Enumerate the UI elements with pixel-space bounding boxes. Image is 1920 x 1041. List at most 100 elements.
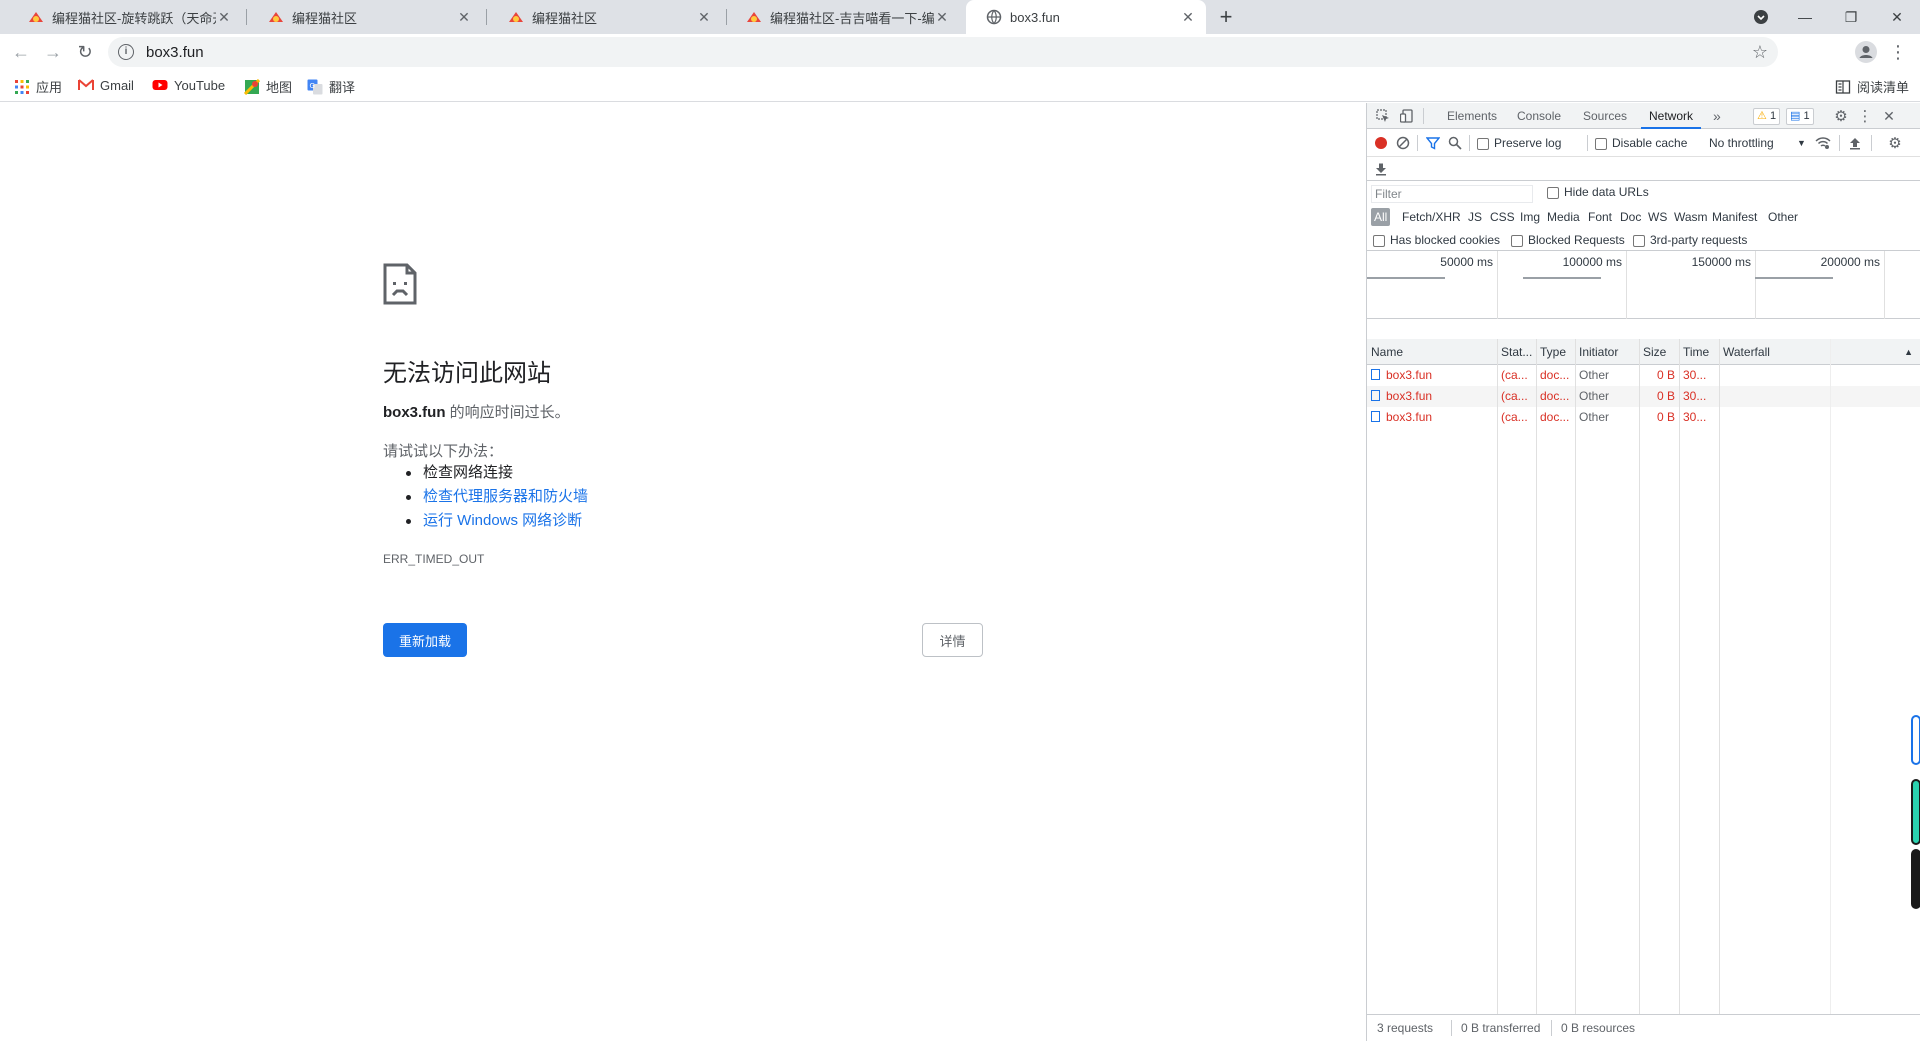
column-header-name[interactable]: Name: [1367, 339, 1497, 365]
browser-tab[interactable]: 编程猫社区-吉吉喵看一下-编程 ✕: [726, 0, 960, 34]
third-party-checkbox[interactable]: 3rd-party requests: [1633, 233, 1747, 247]
column-header-status[interactable]: Stat...: [1497, 339, 1536, 365]
tab-elements[interactable]: Elements: [1447, 103, 1497, 129]
hide-data-urls-checkbox[interactable]: Hide data URLs: [1547, 185, 1649, 199]
record-button[interactable]: [1373, 135, 1389, 151]
type-fetch-xhr[interactable]: Fetch/XHR: [1399, 208, 1464, 226]
column-header-type[interactable]: Type: [1536, 339, 1575, 365]
restore-button[interactable]: ❐: [1828, 0, 1874, 34]
preserve-log-label: Preserve log: [1494, 136, 1562, 150]
star-icon[interactable]: ☆: [1752, 42, 1768, 63]
type-all[interactable]: All: [1371, 208, 1391, 226]
suggestion-link-proxy[interactable]: 检查代理服务器和防火墙: [383, 485, 588, 509]
device-toolbar-icon[interactable]: [1399, 108, 1415, 124]
menu-button[interactable]: ⋮: [1886, 40, 1910, 64]
blocked-cookies-checkbox[interactable]: Has blocked cookies: [1373, 233, 1500, 247]
minimize-button[interactable]: —: [1782, 0, 1828, 34]
side-widget-handle[interactable]: [1911, 779, 1920, 845]
bookmark-youtube[interactable]: YouTube: [152, 77, 225, 93]
browser-tab[interactable]: 编程猫社区 ✕: [248, 0, 482, 34]
checkbox[interactable]: [1511, 234, 1523, 247]
tab-network[interactable]: Network: [1641, 103, 1702, 129]
checkbox[interactable]: [1595, 137, 1607, 150]
type-ws[interactable]: WS: [1645, 208, 1670, 226]
network-settings-gear-icon[interactable]: ⚙: [1887, 135, 1903, 152]
tab-sources[interactable]: Sources: [1583, 103, 1627, 129]
type-js[interactable]: JS: [1465, 208, 1485, 226]
network-overview-timeline[interactable]: 50000 ms 100000 ms 150000 ms 200000 ms: [1367, 251, 1920, 319]
filter-toggle-button[interactable]: [1425, 135, 1441, 151]
more-vert-icon[interactable]: ⋮: [1857, 108, 1873, 125]
details-button[interactable]: 详情: [922, 623, 983, 657]
error-title: 无法访问此网站: [383, 359, 551, 387]
export-har-button[interactable]: [1373, 161, 1389, 177]
messages-badge[interactable]: ▤ 1: [1786, 108, 1814, 125]
reload-button[interactable]: ↻: [73, 40, 97, 64]
browser-tab[interactable]: 编程猫社区-旋转跳跃（天命开源 ✕: [8, 0, 242, 34]
filter-input[interactable]: Filter: [1371, 185, 1533, 203]
bookmark-apps[interactable]: 应用: [14, 77, 62, 96]
bookmark-gmail[interactable]: Gmail: [78, 77, 134, 93]
close-icon[interactable]: ✕: [1180, 9, 1196, 26]
throttling-select[interactable]: No throttling: [1709, 136, 1774, 150]
more-tabs-icon[interactable]: »: [1713, 103, 1721, 129]
table-row[interactable]: box3.fun (ca... doc... Other 0 B 30...: [1367, 407, 1920, 428]
column-header-size[interactable]: Size: [1639, 339, 1679, 365]
disable-cache-checkbox[interactable]: Disable cache: [1595, 136, 1687, 150]
preserve-log-checkbox[interactable]: Preserve log: [1477, 136, 1561, 150]
address-url[interactable]: box3.fun: [146, 44, 204, 61]
reading-list-button[interactable]: 阅读清单: [1835, 77, 1909, 96]
blocked-requests-checkbox[interactable]: Blocked Requests: [1511, 233, 1625, 247]
type-css[interactable]: CSS: [1487, 208, 1518, 226]
browser-tab[interactable]: 编程猫社区 ✕: [488, 0, 722, 34]
type-img[interactable]: Img: [1517, 208, 1543, 226]
column-header-initiator[interactable]: Initiator: [1575, 339, 1639, 365]
import-har-button[interactable]: [1847, 135, 1863, 151]
network-toolbar: Preserve log Disable cache No throttling…: [1367, 129, 1920, 157]
column-header-waterfall[interactable]: Waterfall ▲: [1719, 339, 1920, 365]
error-host-suffix: 的响应时间过长。: [445, 404, 570, 421]
tab-console[interactable]: Console: [1517, 103, 1561, 129]
type-doc[interactable]: Doc: [1617, 208, 1644, 226]
info-icon[interactable]: i: [118, 44, 134, 60]
window-close-button[interactable]: ✕: [1874, 0, 1920, 34]
bookmark-maps[interactable]: 地图: [244, 77, 292, 96]
requests-count: 3 requests: [1377, 1021, 1434, 1035]
close-icon[interactable]: ✕: [216, 9, 232, 26]
table-row[interactable]: box3.fun (ca... doc... Other 0 B 30...: [1367, 365, 1920, 386]
bookmark-translate[interactable]: G 翻译: [307, 77, 355, 96]
chevron-down-icon[interactable]: ▼: [1797, 138, 1806, 148]
checkbox[interactable]: [1633, 234, 1645, 247]
checkbox[interactable]: [1477, 137, 1489, 150]
network-conditions-icon[interactable]: [1815, 135, 1831, 151]
close-devtools-icon[interactable]: ✕: [1881, 108, 1897, 124]
warnings-badge[interactable]: ⚠ 1: [1753, 108, 1781, 125]
type-font[interactable]: Font: [1585, 208, 1615, 226]
reload-page-button[interactable]: 重新加载: [383, 623, 467, 657]
inspect-element-icon[interactable]: [1375, 108, 1391, 124]
browser-tab-active[interactable]: box3.fun ✕: [966, 0, 1206, 34]
close-icon[interactable]: ✕: [456, 9, 472, 26]
suggestion-link-diagnostics[interactable]: 运行 Windows 网络诊断: [383, 509, 588, 533]
side-widget-handle[interactable]: [1911, 849, 1920, 909]
tab-search-button[interactable]: [1738, 0, 1784, 34]
back-button[interactable]: ←: [9, 40, 33, 64]
side-slider-handle[interactable]: [1911, 715, 1920, 765]
type-other[interactable]: Other: [1765, 208, 1801, 226]
close-icon[interactable]: ✕: [696, 9, 712, 26]
profile-button[interactable]: [1854, 40, 1878, 64]
column-header-time[interactable]: Time: [1679, 339, 1719, 365]
settings-gear-icon[interactable]: ⚙: [1833, 108, 1849, 125]
close-icon[interactable]: ✕: [934, 9, 950, 26]
type-manifest[interactable]: Manifest: [1709, 208, 1760, 226]
type-media[interactable]: Media: [1544, 208, 1583, 226]
search-button[interactable]: [1447, 135, 1463, 151]
forward-button[interactable]: →: [41, 40, 65, 64]
table-row[interactable]: box3.fun (ca... doc... Other 0 B 30...: [1367, 386, 1920, 407]
new-tab-button[interactable]: +: [1213, 5, 1239, 31]
address-bar[interactable]: i box3.fun ☆: [108, 37, 1778, 67]
type-wasm[interactable]: Wasm: [1671, 208, 1711, 226]
checkbox[interactable]: [1373, 234, 1385, 247]
clear-button[interactable]: [1395, 135, 1411, 151]
checkbox[interactable]: [1547, 186, 1559, 199]
